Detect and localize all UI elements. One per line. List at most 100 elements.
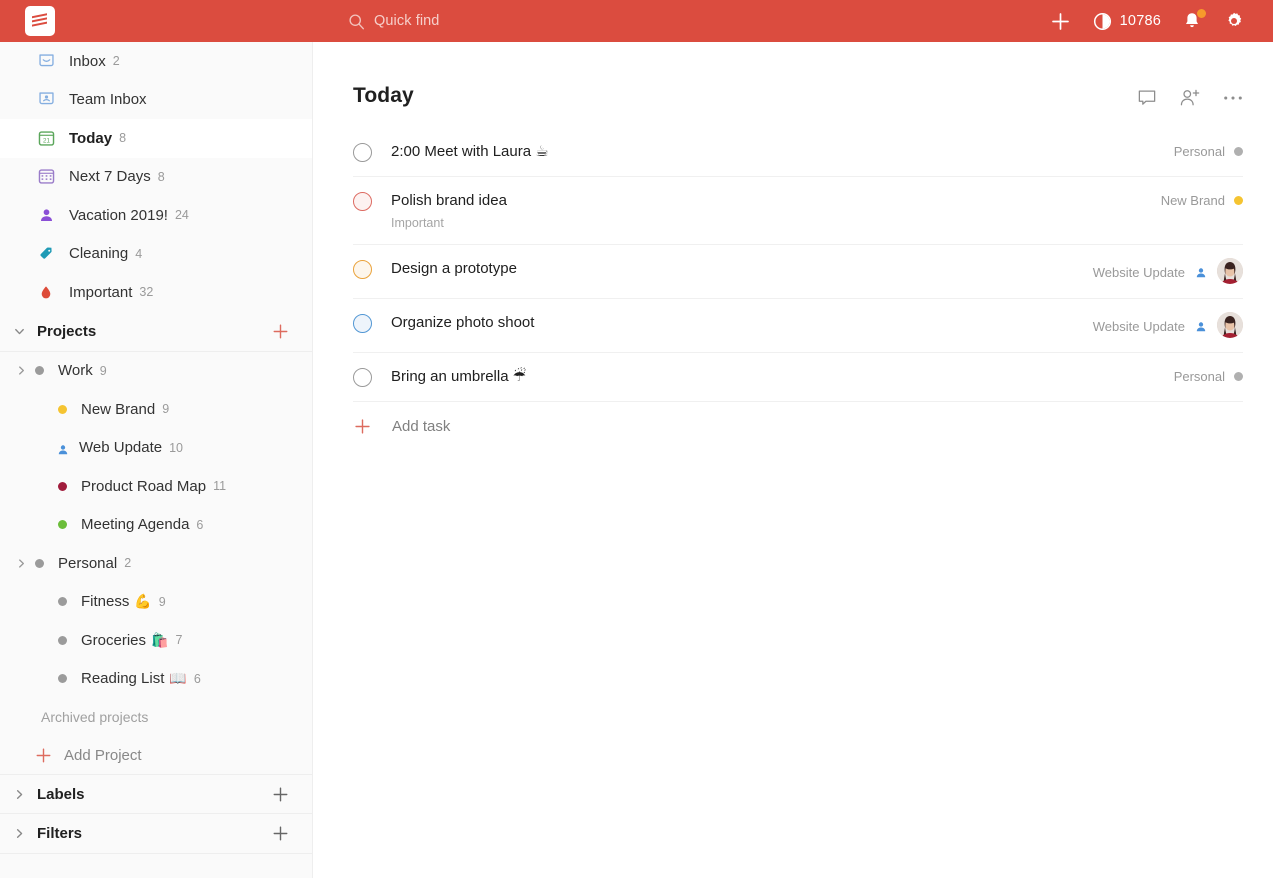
project-count: 10 [169, 441, 183, 455]
task-row[interactable]: Bring an umbrella ☔ Personal [353, 353, 1243, 402]
karma-button[interactable]: 10786 [1083, 0, 1171, 42]
sidebar-item-cleaning[interactable]: Cleaning 4 [0, 235, 312, 274]
todoist-logo-icon[interactable] [25, 6, 55, 36]
task-checkbox[interactable] [353, 143, 372, 162]
task-meta: New Brand [1161, 191, 1243, 208]
task-project-dot [1234, 196, 1243, 205]
karma-points: 10786 [1120, 13, 1161, 29]
sidebar-item-count: 8 [158, 170, 165, 184]
project-count: 6 [196, 518, 203, 532]
more-options-icon[interactable] [1223, 94, 1243, 102]
filters-section-title: Filters [37, 825, 82, 842]
sidebar-project-meeting-agenda[interactable]: Meeting Agenda 6 [0, 506, 312, 545]
task-project-label[interactable]: Website Update [1093, 319, 1185, 334]
project-color-dot [58, 405, 67, 414]
task-meta: Website Update [1093, 313, 1243, 338]
task-body: Design a prototype [391, 259, 1093, 279]
comments-icon[interactable] [1137, 88, 1157, 108]
task-checkbox[interactable] [353, 368, 372, 387]
chevron-down-icon[interactable] [13, 325, 31, 338]
sidebar-project-personal[interactable]: Personal 2 [0, 544, 312, 583]
task-project-label[interactable]: Personal [1174, 144, 1225, 159]
project-color-dot [58, 482, 67, 491]
task-title[interactable]: Organize photo shoot [391, 313, 1093, 333]
task-project-dot [1234, 372, 1243, 381]
task-body: 2:00 Meet with Laura ☕ [391, 142, 1174, 162]
filters-section-header[interactable]: Filters [0, 814, 312, 854]
avatar[interactable] [1217, 312, 1243, 338]
project-color-dot [58, 674, 67, 683]
project-color-dot [58, 597, 67, 606]
task-row[interactable]: 2:00 Meet with Laura ☕ Personal [353, 128, 1243, 177]
sidebar-project-groceries[interactable]: Groceries 🛍️ 7 [0, 621, 312, 660]
task-meta: Website Update [1093, 259, 1243, 284]
project-label: New Brand [81, 401, 155, 418]
sidebar-project-fitness[interactable]: Fitness 💪 9 [0, 583, 312, 622]
project-count: 6 [194, 672, 201, 686]
search-input[interactable]: Quick find [348, 0, 439, 42]
project-emoji: 🛍️ [151, 632, 168, 649]
add-person-icon[interactable] [1179, 88, 1201, 108]
chevron-right-icon[interactable] [13, 827, 31, 840]
chevron-right-icon[interactable] [14, 556, 28, 570]
labels-section-header[interactable]: Labels [0, 774, 312, 814]
sidebar-item-team-inbox[interactable]: Team Inbox [0, 81, 312, 120]
sidebar-project-new-brand[interactable]: New Brand 9 [0, 390, 312, 429]
sidebar-project-reading-list[interactable]: Reading List 📖 6 [0, 660, 312, 699]
add-label-icon[interactable] [272, 786, 289, 803]
sidebar-project-web-update[interactable]: Web Update 10 [0, 429, 312, 468]
project-label: Web Update [79, 439, 162, 456]
sidebar-item-label: Team Inbox [69, 91, 147, 108]
project-color-dot [58, 520, 67, 529]
chevron-right-icon[interactable] [13, 788, 31, 801]
task-title[interactable]: Design a prototype [391, 259, 1093, 279]
task-title[interactable]: Bring an umbrella ☔ [391, 367, 1174, 387]
add-filter-icon[interactable] [272, 825, 289, 842]
task-checkbox[interactable] [353, 192, 372, 211]
sidebar-item-today[interactable]: 21 Today 8 [0, 119, 312, 158]
notifications-button[interactable] [1171, 0, 1213, 42]
project-count: 11 [213, 479, 226, 493]
team-inbox-icon [35, 89, 57, 111]
task-project-label[interactable]: Website Update [1093, 265, 1185, 280]
plus-icon [1050, 11, 1071, 32]
sidebar-project-product-road-map[interactable]: Product Road Map 11 [0, 467, 312, 506]
sidebar-item-inbox[interactable]: Inbox 2 [0, 42, 312, 81]
chevron-right-icon[interactable] [14, 364, 28, 378]
add-task-button[interactable]: Add task [353, 402, 1243, 435]
projects-section-header[interactable]: Projects [0, 312, 312, 352]
sidebar-item-count: 32 [139, 285, 153, 299]
avatar[interactable] [1217, 258, 1243, 284]
content-header-actions [1137, 84, 1243, 108]
task-title[interactable]: Polish brand idea [391, 191, 1161, 211]
labels-section-title: Labels [37, 786, 85, 803]
project-count: 9 [159, 595, 166, 609]
task-project-label[interactable]: New Brand [1161, 193, 1225, 208]
page-title: Today [353, 84, 414, 108]
task-title[interactable]: 2:00 Meet with Laura ☕ [391, 142, 1174, 162]
sidebar-project-work[interactable]: Work 9 [0, 352, 312, 391]
task-row[interactable]: Design a prototype Website Update [353, 245, 1243, 299]
archived-projects-link[interactable]: Archived projects [0, 698, 312, 736]
task-project-label[interactable]: Personal [1174, 369, 1225, 384]
search-placeholder: Quick find [374, 13, 439, 29]
sidebar-item-next-7-days[interactable]: Next 7 Days 8 [0, 158, 312, 197]
settings-button[interactable] [1213, 0, 1255, 42]
task-checkbox[interactable] [353, 260, 372, 279]
add-task-button[interactable] [1039, 0, 1083, 42]
projects-section-title: Projects [37, 323, 96, 340]
shared-project-person-icon [56, 443, 69, 452]
task-meta: Personal [1174, 367, 1243, 384]
add-project-button[interactable]: Add Project [0, 736, 312, 774]
add-task-label: Add task [392, 418, 450, 435]
task-label[interactable]: Important [391, 216, 1161, 230]
add-project-icon[interactable] [272, 323, 289, 340]
task-row[interactable]: Polish brand idea Important New Brand [353, 177, 1243, 245]
content-header: Today [313, 42, 1273, 108]
task-checkbox[interactable] [353, 314, 372, 333]
sidebar-item-important[interactable]: Important 32 [0, 273, 312, 312]
sidebar-item-count: 2 [113, 54, 120, 68]
task-row[interactable]: Organize photo shoot Website Update [353, 299, 1243, 353]
project-label: Reading List [81, 670, 164, 687]
sidebar-item-vacation-2019[interactable]: Vacation 2019! 24 [0, 196, 312, 235]
